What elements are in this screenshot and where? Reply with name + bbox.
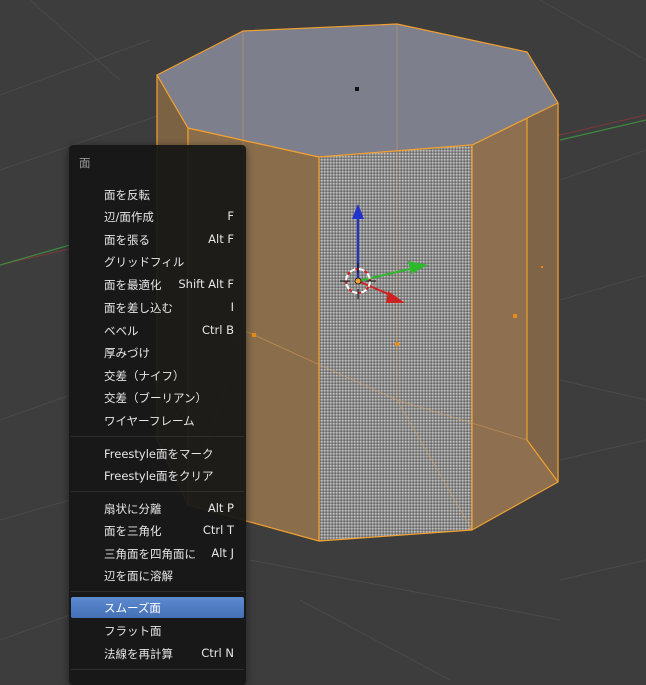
menu-separator: [71, 491, 244, 492]
menu-item-shortcut: I: [230, 300, 234, 314]
menu-item-shortcut: Ctrl N: [201, 646, 234, 660]
menu-item-beautify-faces[interactable]: 面を最適化 Shift Alt F: [71, 274, 244, 295]
menu-item-label: ワイヤーフレーム: [104, 414, 195, 428]
menu-item-label: 交差（ブーリアン）: [104, 391, 208, 405]
menu-item-bevel[interactable]: ベベル Ctrl B: [71, 320, 244, 341]
menu-item-clear-freestyle-face[interactable]: Freestyle面をクリア: [71, 465, 244, 486]
menu-item-label: 面を張る: [104, 233, 150, 247]
menu-item-triangulate-faces[interactable]: 面を三角化 Ctrl T: [71, 520, 244, 541]
menu-separator: [71, 436, 244, 437]
face-dot-right-far: [541, 266, 543, 268]
menu-item-fill[interactable]: 面を張る Alt F: [71, 229, 244, 250]
menu-item-solidify[interactable]: 厚みづけ: [71, 342, 244, 363]
menu-item-inset-faces[interactable]: 面を差し込む I: [71, 297, 244, 318]
menu-item-label: 扇状に分離: [104, 502, 162, 516]
menu-item-tris-to-quads[interactable]: 三角面を四角面に Alt J: [71, 543, 244, 564]
menu-item-mark-freestyle-face[interactable]: Freestyle面をマーク: [71, 443, 244, 464]
menu-item-label: 面を最適化: [104, 278, 162, 292]
menu-item-label: グリッドフィル: [104, 255, 185, 269]
menu-item-intersect-boolean[interactable]: 交差（ブーリアン）: [71, 387, 244, 408]
menu-item-label: 辺/面作成: [104, 210, 154, 224]
menu-item-shortcut: Alt J: [211, 546, 234, 560]
menu-item-shortcut: Alt P: [207, 501, 234, 515]
face-context-menu: 面 面を反転 辺/面作成 F 面を張る Alt F グリッドフィル 面を最適化 …: [69, 145, 246, 685]
menu-item-label: 交差（ナイフ）: [104, 369, 185, 383]
menu-separator: [71, 669, 244, 670]
y-axis-line: [559, 119, 646, 141]
menu-item-label: 面を三角化: [104, 524, 162, 538]
menu-item-label: 面を差し込む: [104, 301, 173, 315]
menu-item-shortcut: Ctrl B: [201, 323, 234, 337]
menu-item-intersect-knife[interactable]: 交差（ナイフ）: [71, 365, 244, 386]
menu-item-make-edge-face[interactable]: 辺/面作成 F: [71, 206, 244, 227]
face-dot-top: [355, 87, 359, 91]
menu-item-shade-smooth[interactable]: スムーズ面: [71, 597, 244, 618]
menu-item-grid-fill[interactable]: グリッドフィル: [71, 251, 244, 272]
menu-item-shortcut: Alt F: [208, 232, 234, 246]
menu-item-label: Freestyle面をマーク: [104, 447, 214, 461]
menu-title: 面: [79, 156, 91, 170]
menu-item-poke-faces[interactable]: 扇状に分離 Alt P: [71, 498, 244, 519]
menu-item-shortcut: Shift Alt F: [178, 277, 234, 291]
y-axis-line-left: [0, 244, 71, 266]
face-dot-right: [513, 314, 517, 318]
menu-item-shortcut: F: [227, 209, 234, 223]
face-dot-left: [252, 333, 256, 337]
menu-item-edges-to-faces[interactable]: 辺を面に溶解: [71, 565, 244, 586]
menu-separator: [71, 591, 244, 592]
menu-item-label: スムーズ面: [104, 601, 161, 615]
face-dot-center: [395, 342, 399, 346]
menu-item-shade-flat[interactable]: フラット面: [71, 620, 244, 641]
menu-item-label: 厚みづけ: [104, 346, 150, 360]
menu-item-wireframe[interactable]: ワイヤーフレーム: [71, 410, 244, 431]
menu-item-label: Freestyle面をクリア: [104, 469, 214, 483]
menu-item-label: 法線を再計算: [104, 647, 173, 661]
menu-item-label: 面を反転: [104, 188, 150, 202]
menu-item-label: フラット面: [104, 624, 162, 638]
menu-item-label: 三角面を四角面に: [104, 547, 196, 561]
menu-item-label: ベベル: [104, 324, 139, 338]
menu-item-flip-faces[interactable]: 面を反転: [71, 184, 244, 205]
menu-item-label: 辺を面に溶解: [104, 569, 173, 583]
menu-item-recalculate-normals[interactable]: 法線を再計算 Ctrl N: [71, 643, 244, 664]
menu-item-shortcut: Ctrl T: [202, 523, 234, 537]
